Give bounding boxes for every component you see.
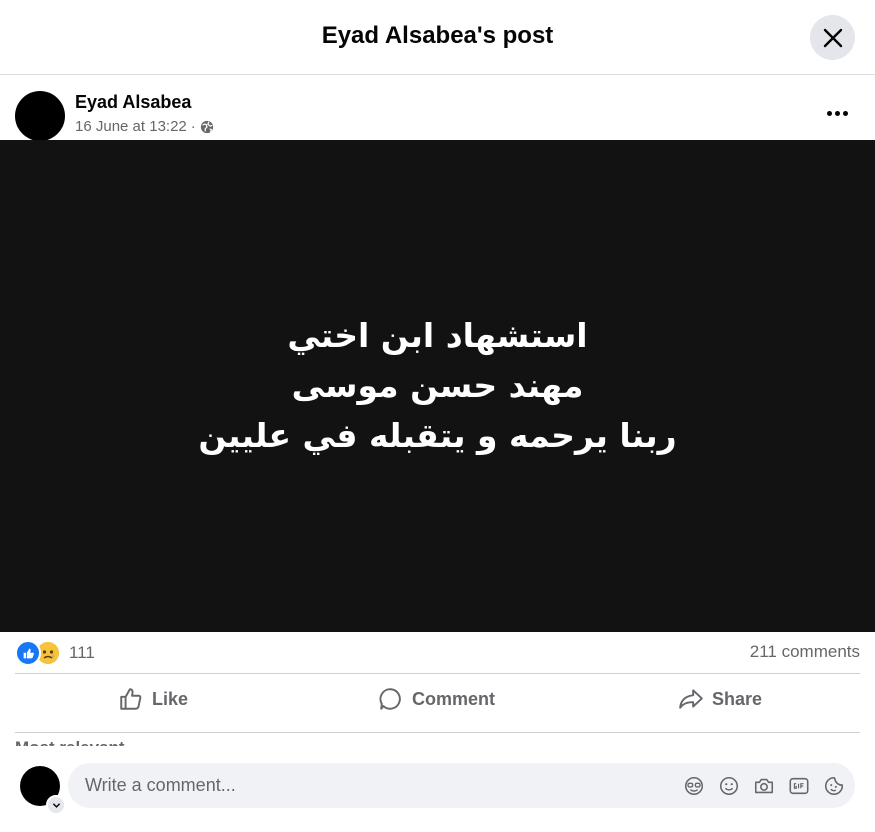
meta-separator: · — [190, 118, 196, 135]
gif-icon[interactable] — [787, 774, 810, 797]
author-name[interactable]: Eyad Alsabea — [75, 92, 191, 113]
globe-icon — [200, 120, 213, 133]
comments-count-link[interactable]: 211 comments — [750, 642, 860, 662]
post-meta: 16 June at 13:22 · — [75, 118, 214, 135]
post-image[interactable]: استشهاد ابن اختي مهند حسن موسى ربنا يرحم… — [0, 140, 875, 632]
divider — [15, 732, 860, 733]
divider — [15, 673, 860, 674]
reactions-summary[interactable]: 111 — [15, 640, 95, 666]
author-avatar[interactable] — [15, 91, 65, 141]
comment-box — [68, 763, 855, 808]
camera-icon[interactable] — [752, 774, 775, 797]
share-button[interactable]: Share — [678, 683, 762, 715]
comment-label: Comment — [412, 688, 496, 709]
image-text-line-3: ربنا يرحمه و يتقبله في عليين — [198, 416, 677, 455]
like-button[interactable]: Like — [118, 683, 188, 715]
emoji-icon[interactable] — [717, 774, 740, 797]
comment-tools — [682, 774, 845, 797]
dialog-header: Eyad Alsabea's post — [0, 0, 875, 75]
close-icon — [823, 28, 842, 47]
comments-filter-button[interactable]: Most relevant — [15, 737, 125, 746]
more-dot-icon — [826, 110, 832, 116]
more-options-button[interactable] — [822, 103, 852, 123]
image-text-line-2: مهند حسن موسى — [291, 366, 584, 405]
reaction-count: 111 — [69, 643, 95, 662]
dialog-title: Eyad Alsabea's post — [321, 22, 554, 49]
like-label: Like — [152, 688, 189, 709]
share-icon — [679, 689, 703, 709]
more-dot-icon — [842, 110, 848, 116]
image-text-line-1: استشهاد ابن اختي — [287, 316, 588, 355]
comment-input[interactable] — [83, 774, 647, 797]
share-label: Share — [712, 688, 763, 709]
chevron-down-icon[interactable] — [46, 795, 66, 815]
avatar-sticker-icon[interactable] — [682, 774, 705, 797]
close-button[interactable] — [810, 15, 855, 60]
sticker-icon[interactable] — [822, 774, 845, 797]
like-reaction-icon — [15, 640, 41, 666]
comment-icon — [379, 688, 401, 710]
more-dot-icon — [834, 110, 840, 116]
like-icon — [120, 688, 142, 710]
comment-composer — [0, 746, 875, 832]
post-timestamp[interactable]: 16 June at 13:22 — [75, 118, 187, 135]
comment-button[interactable]: Comment — [378, 683, 495, 715]
